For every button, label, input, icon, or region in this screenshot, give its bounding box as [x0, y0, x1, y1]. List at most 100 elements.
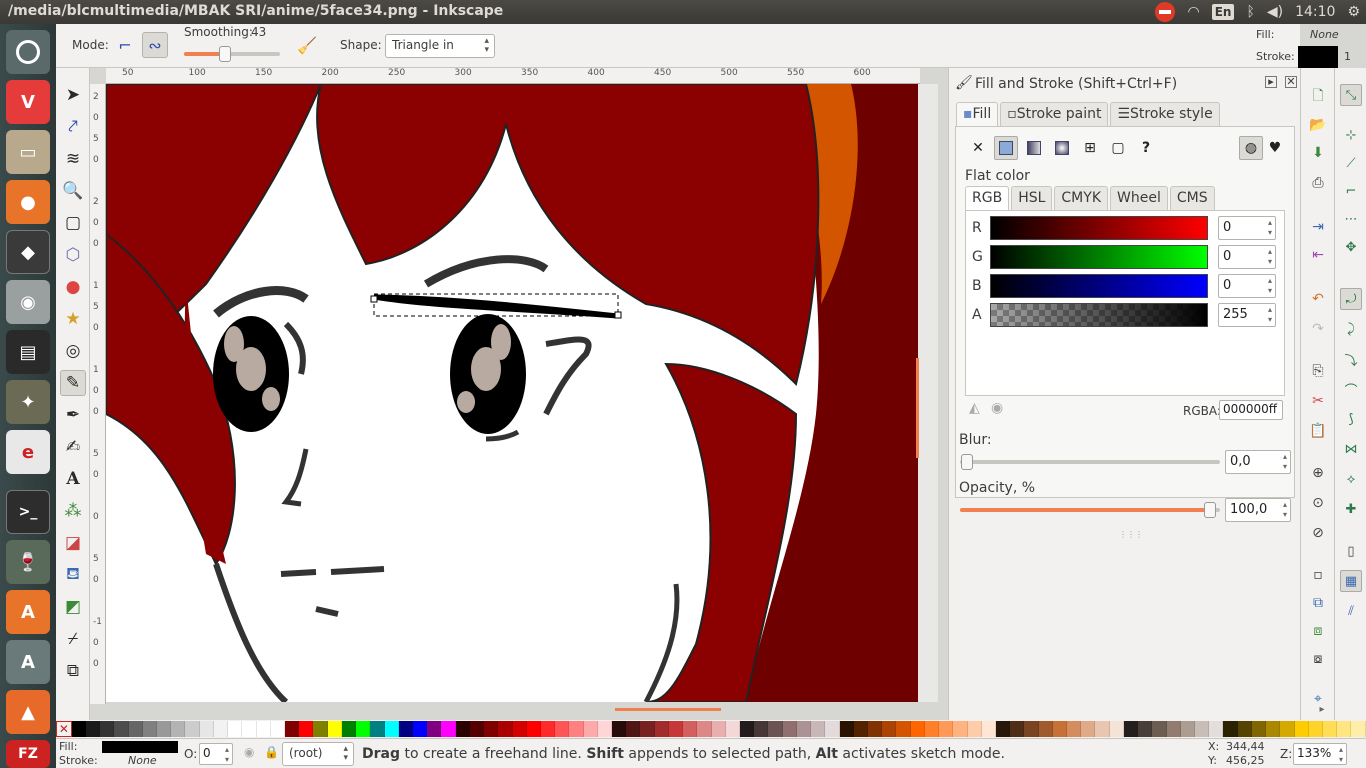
horizontal-ruler[interactable]: 50100150200250300350400450500550600650: [106, 68, 920, 84]
print-icon[interactable]: ⎙: [1307, 172, 1329, 194]
palette-swatch[interactable]: [71, 721, 86, 737]
dock-iconify-icon[interactable]: ▸: [1265, 76, 1277, 88]
palette-swatch[interactable]: [213, 721, 229, 737]
vertical-scrollbar[interactable]: [916, 358, 919, 458]
palette-swatch[interactable]: [228, 721, 243, 737]
palette-swatch[interactable]: [1209, 721, 1224, 737]
dropper-tool-icon[interactable]: ⌿: [60, 626, 86, 652]
cut-icon[interactable]: ✂: [1307, 390, 1329, 412]
tab-fill[interactable]: ▪Fill: [956, 102, 999, 126]
palette-swatch[interactable]: [142, 721, 158, 737]
palette-swatch[interactable]: [640, 721, 655, 737]
connector-tool-icon[interactable]: ⧉: [60, 658, 86, 684]
open-document-icon[interactable]: 📂: [1307, 114, 1329, 136]
palette-swatch[interactable]: [1166, 721, 1181, 737]
import-icon[interactable]: ⇥: [1307, 216, 1329, 238]
status-opacity-input[interactable]: 0 ▴ ▾: [199, 743, 233, 765]
palette-swatch[interactable]: [995, 721, 1011, 737]
snap-toggle-icon[interactable]: ⤡: [1340, 84, 1362, 106]
save-document-icon[interactable]: ⬇: [1307, 142, 1329, 164]
palette-swatch[interactable]: [313, 721, 328, 737]
palette-swatch[interactable]: [398, 721, 413, 737]
channel-g-input[interactable]: 0 ▴ ▾: [1218, 245, 1276, 269]
palette-swatch[interactable]: [1195, 721, 1210, 737]
drawing-canvas[interactable]: [106, 84, 918, 702]
app-red-e-icon[interactable]: e: [6, 430, 50, 474]
smoothing-slider[interactable]: [184, 46, 280, 62]
palette-swatch[interactable]: [768, 721, 783, 737]
spin-arrows-icon[interactable]: ▴ ▾: [1283, 500, 1287, 520]
palette-swatch[interactable]: [114, 721, 129, 737]
palette-swatch[interactable]: [327, 721, 342, 737]
zoom-drawing-icon[interactable]: ⊙: [1307, 492, 1329, 514]
node-tool-icon[interactable]: ⤤: [60, 114, 86, 140]
palette-swatch[interactable]: [882, 721, 897, 737]
spiral-tool-icon[interactable]: ◎: [60, 338, 86, 364]
linear-gradient-button[interactable]: [1022, 136, 1046, 160]
zoom-input[interactable]: 133% ▴ ▾: [1293, 743, 1347, 765]
zoom-tool-icon[interactable]: 🔍: [60, 178, 86, 204]
spin-arrows-icon[interactable]: ▴ ▾: [1268, 305, 1272, 325]
palette-swatch[interactable]: [853, 721, 868, 737]
opacity-slider[interactable]: [960, 502, 1220, 518]
radial-gradient-button[interactable]: [1050, 136, 1074, 160]
snap-page-border-icon[interactable]: ▯: [1340, 540, 1362, 562]
updater-icon[interactable]: A: [6, 640, 50, 684]
dock-grip[interactable]: ⋮⋮⋮: [1119, 530, 1143, 539]
clock[interactable]: 14:10: [1295, 4, 1335, 20]
ellipse-tool-icon[interactable]: ●: [60, 274, 86, 300]
export-icon[interactable]: ⇤: [1307, 244, 1329, 266]
no-entry-icon[interactable]: [1155, 2, 1176, 22]
camera-icon[interactable]: ◉: [6, 280, 50, 324]
fill-rule-evenodd-button[interactable]: ◍: [1239, 136, 1263, 160]
palette-swatch[interactable]: [654, 721, 669, 737]
palette-swatch[interactable]: [981, 721, 996, 737]
palette-swatch[interactable]: [782, 721, 797, 737]
palette-swatch[interactable]: [512, 721, 527, 737]
snap-bbox-corner-icon[interactable]: ⌐: [1340, 180, 1362, 202]
palette-swatch[interactable]: [839, 721, 854, 737]
channel-b-slider[interactable]: [990, 274, 1208, 298]
palette-swatch[interactable]: [540, 721, 556, 737]
gradient-tool-icon[interactable]: ◩: [60, 594, 86, 620]
palette-swatch[interactable]: [811, 721, 826, 737]
palette-swatch[interactable]: [85, 721, 101, 737]
palette-swatch[interactable]: [199, 721, 214, 737]
palette-swatch[interactable]: [427, 721, 442, 737]
palette-swatch[interactable]: [370, 721, 385, 737]
vertical-ruler[interactable]: 2 0 5 0 2 0 0 1 5 0 1 0 0 5 0 0 5 0 -1 0 0: [90, 84, 106, 704]
copy-icon[interactable]: ⎘: [1307, 360, 1329, 382]
rgba-input[interactable]: 000000ff: [1219, 400, 1283, 420]
undo-icon[interactable]: ↶: [1307, 288, 1329, 310]
stroke-swatch[interactable]: [1298, 46, 1338, 68]
status-fill-swatch[interactable]: [102, 741, 178, 753]
selector-tool-icon[interactable]: ➤: [60, 82, 86, 108]
palette-swatch[interactable]: [341, 721, 357, 737]
pencil-tool-icon[interactable]: ✎: [60, 370, 86, 396]
palette-swatch[interactable]: [711, 721, 726, 737]
wifi-icon[interactable]: ◠: [1187, 4, 1199, 20]
volume-icon[interactable]: ◀): [1267, 4, 1283, 20]
palette-swatch[interactable]: [1052, 721, 1068, 737]
snap-line-midpoints-icon[interactable]: ⋈: [1340, 438, 1362, 460]
palette-swatch[interactable]: [256, 721, 271, 737]
palette-swatch[interactable]: [1180, 721, 1195, 737]
channel-r-slider[interactable]: [990, 216, 1208, 240]
snap-paths-icon[interactable]: ⤸: [1340, 318, 1362, 340]
spin-arrows-icon[interactable]: ▴ ▾: [225, 745, 229, 765]
spin-arrows-icon[interactable]: ▴ ▾: [1268, 218, 1272, 238]
palette-swatch[interactable]: [583, 721, 598, 737]
palette-swatch[interactable]: [910, 721, 925, 737]
dash-icon[interactable]: [6, 30, 50, 74]
palette-swatch[interactable]: [1351, 721, 1366, 737]
palette-swatch[interactable]: [469, 721, 485, 737]
palette-swatch[interactable]: [683, 721, 698, 737]
inkscape-icon[interactable]: ◆: [6, 230, 50, 274]
palette-swatch[interactable]: [1067, 721, 1082, 737]
more-commands-icon[interactable]: ▸: [1311, 698, 1333, 720]
channel-a-input[interactable]: 255 ▴ ▾: [1218, 303, 1276, 327]
palette-swatch[interactable]: [1038, 721, 1053, 737]
fill-rule-nonzero-button[interactable]: ♥: [1263, 136, 1287, 160]
spray-tool-icon[interactable]: ⁂: [60, 498, 86, 524]
palette-swatch[interactable]: [1081, 721, 1096, 737]
